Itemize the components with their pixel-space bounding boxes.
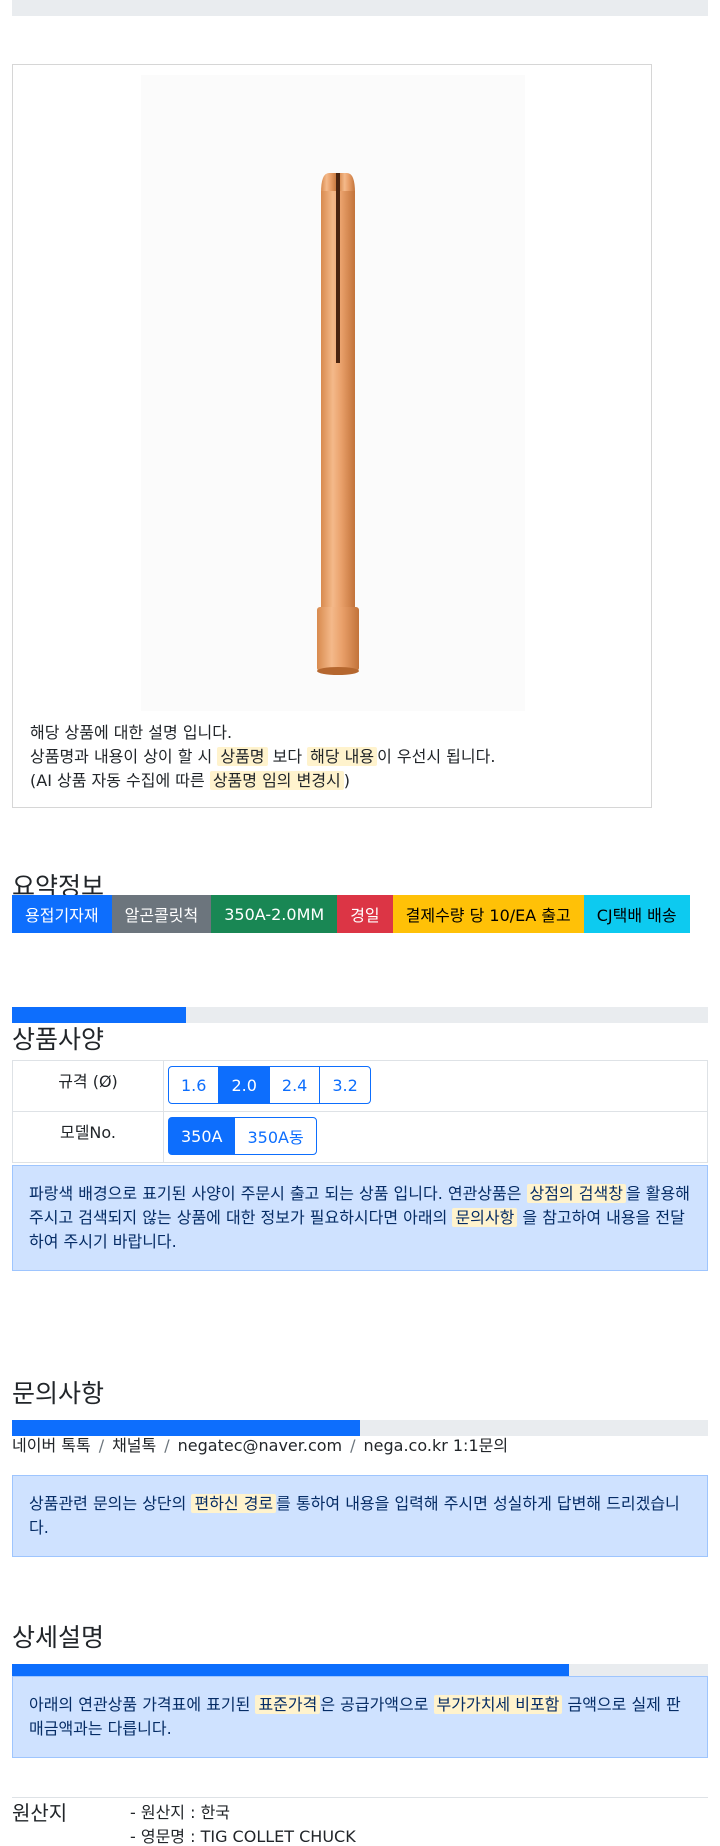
origin-english-name: - 영문명 : TIG COLLET CHUCK [130,1827,356,1846]
channel-naver-talktalk[interactable]: 네이버 톡톡 [12,1436,91,1455]
channel-channeltalk[interactable]: 채널톡 [112,1436,156,1455]
channel-email[interactable]: negatec@naver.com [178,1436,342,1455]
tig-collet-chuck-image [317,173,359,675]
highlight-search: 상점의 검색창 [526,1184,626,1203]
specs-progress-fill [12,1007,186,1023]
spec-row-model: 모델No. 350A 350A동 [12,1111,708,1163]
badge-spec: 350A-2.0MM [211,895,338,933]
specs-progress-bar [12,1007,708,1023]
text-segment: 아래의 연관상품 가격표에 표기된 [29,1695,256,1714]
description-line: (AI 상품 자동 수집에 따른 상품명 임의 변경시) [30,769,640,793]
badge-brand: 경일 [337,895,393,933]
text-segment: 상품관련 문의는 상단의 [29,1494,192,1513]
spec-row-size: 규격 (Ø) 1.6 2.0 2.4 3.2 [12,1060,708,1112]
text-segment: ) [343,771,351,790]
option-button[interactable]: 2.0 [218,1066,270,1104]
inquiry-title: 문의사항 [12,1379,105,1408]
product-description: 해당 상품에 대한 설명 입니다. 상품명과 내용이 상이 할 시 상품명 보다… [30,721,640,793]
spec-options-size: 1.6 2.0 2.4 3.2 [163,1060,708,1112]
breadcrumb-separator: / [164,1436,170,1455]
badge-quantity: 결제수량 당 10/EA 출고 [392,895,584,933]
option-button[interactable]: 2.4 [268,1066,321,1104]
option-button[interactable]: 3.2 [319,1066,371,1104]
description-line: 상품명과 내용이 상이 할 시 상품명 보다 해당 내용 이 우선시 됩니다. [30,745,640,769]
specs-title: 상품사양 [12,1025,105,1054]
channel-website-inquiry[interactable]: nega.co.kr 1:1문의 [364,1436,509,1455]
origin-list: - 원산지 : 한국 - 영문명 : TIG COLLET CHUCK [130,1801,356,1846]
highlight-standard-price: 표준가격 [255,1695,321,1714]
option-button[interactable]: 350A동 [234,1117,317,1155]
text-segment: 은 공급가액으로 [320,1695,434,1714]
model-options: 350A 350A동 [168,1117,317,1155]
breadcrumb-separator: / [98,1436,105,1455]
option-button[interactable]: 350A [168,1117,236,1155]
contact-channels: 네이버 톡톡 / 채널톡 / negatec@naver.com / nega.co.kr … [12,1434,508,1458]
highlight-inquiry: 문의사항 [452,1208,518,1227]
origin-divider [12,1797,708,1798]
description-line: 해당 상품에 대한 설명 입니다. [30,723,233,742]
inquiry-notice: 상품관련 문의는 상단의 편하신 경로 를 통하여 내용을 입력해 주시면 성실하… [12,1475,708,1557]
summary-badges: 용접기자재 알곤콜릿척 350A-2.0MM 경일 결제수량 당 10/EA 출… [12,895,690,933]
badge-product-type: 알곤콜릿척 [111,895,212,933]
text-segment: 이 우선시 됩니다. [377,747,496,766]
spec-notice: 파랑색 배경으로 표기된 사양이 주문시 출고 되는 상품 입니다. 연관상품은… [12,1165,708,1271]
text-segment: (AI 상품 자동 수집에 따른 [30,771,210,790]
product-image [141,75,525,711]
detail-title: 상세설명 [12,1623,105,1652]
breadcrumb-separator: / [350,1436,356,1455]
option-button[interactable]: 1.6 [168,1066,220,1104]
highlight-vat-excluded: 부가가치세 비포함 [433,1695,563,1714]
text-segment: 파랑색 배경으로 표기된 사양이 주문시 출고 되는 상품 입니다. 연관상품은 [29,1184,527,1203]
badge-shipping: CJ택배 배송 [583,895,690,933]
size-options: 1.6 2.0 2.4 3.2 [168,1066,371,1104]
highlight-product-name: 상품명 [217,747,268,766]
spec-options-model: 350A 350A동 [163,1111,708,1163]
top-progress-bar [12,0,708,16]
spec-table: 규격 (Ø) 1.6 2.0 2.4 3.2 모델No. 350A 350A동 [12,1060,708,1163]
spec-label-model: 모델No. [12,1111,164,1163]
text-segment: 보다 [267,747,308,766]
spec-label-size: 규격 (Ø) [12,1060,164,1112]
text-segment: 상품명과 내용이 상이 할 시 [30,747,218,766]
origin-country: - 원산지 : 한국 [130,1803,231,1822]
badge-category: 용접기자재 [12,895,112,933]
product-card: 해당 상품에 대한 설명 입니다. 상품명과 내용이 상이 할 시 상품명 보다… [12,64,652,808]
highlight-route: 편하신 경로 [191,1494,277,1513]
origin-label: 원산지 [12,1801,68,1825]
highlight-name-change: 상품명 임의 변경시 [209,771,344,790]
detail-notice: 아래의 연관상품 가격표에 표기된 표준가격 은 공급가액으로 부가가치세 비포함… [12,1676,708,1758]
highlight-content: 해당 내용 [307,747,378,766]
